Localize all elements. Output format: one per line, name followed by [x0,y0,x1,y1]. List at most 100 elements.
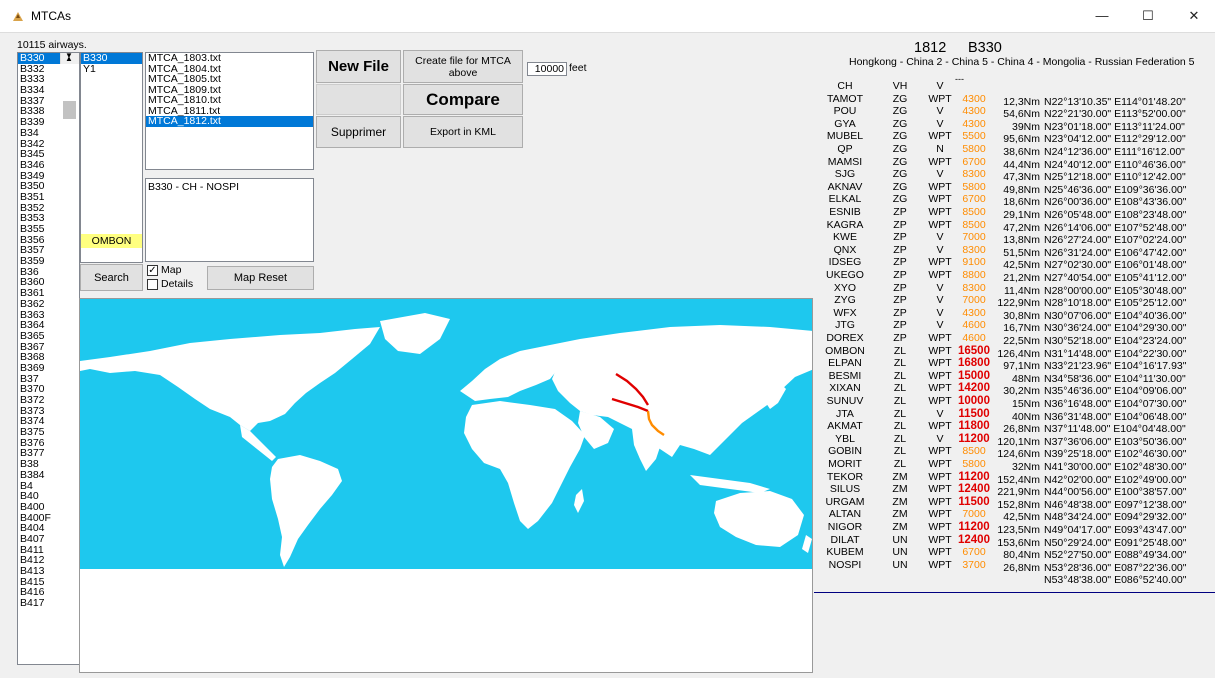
point-fir: ZL [893,432,907,445]
search-button[interactable]: Search [80,264,143,291]
point-altitude: 15000 [958,369,990,382]
point-altitude: 8500 [962,218,986,231]
point-fir: ZL [893,357,907,370]
airway-list-item[interactable]: B384 [18,470,79,481]
point-coordinates: N23°01'18.00" E113°11'24.00" [1044,120,1185,133]
close-button[interactable]: ✕ [1171,0,1215,32]
empty-button[interactable] [316,84,401,115]
point-altitude: 8300 [962,243,986,256]
point-fir: ZM [892,495,908,508]
point-distance: 47,2Nm [1003,221,1040,234]
point-coordinates: N23°04'12.00" E112°29'12.00" [1044,133,1186,146]
point-distance: 15Nm [1011,398,1040,410]
variants-list[interactable]: B330 Y1 [80,52,143,263]
airways-list[interactable]: B330 B332 B333 B334 B337 B338 B339 B34 B342 B345 B… [17,52,80,665]
point-altitude: 16500 [958,344,990,357]
airway-list-item[interactable]: B362 [18,299,79,310]
airway-list-item[interactable]: B417 [18,598,79,609]
point-fir: ZL [893,344,907,357]
point-distance: 51,5Nm [1003,246,1040,259]
point-fir: ZM [892,508,908,521]
file-list-item[interactable]: MTCA_1812.txt [146,116,313,127]
point-coordinates: N33°21'23.96" E104°16'17.93" [1044,360,1187,373]
point-altitude: 7000 [962,508,986,521]
point-fir: ZP [893,294,907,307]
point-fir: ZL [893,395,907,407]
point-name: ALTAN [828,508,862,521]
point-altitude: 11200 [958,432,990,445]
airway-list-item[interactable]: B346 [18,160,79,171]
point-distance: 39Nm [1011,120,1040,133]
point-name: XYO [833,281,857,294]
point-name: SJG [834,168,856,181]
compare-button[interactable]: Compare [403,84,523,115]
point-name: NIGOR [827,521,863,533]
point-type: WPT [928,218,952,231]
title-bar: MTCAs — ☐ ✕ [0,0,1215,33]
altitude-input[interactable]: 10000 [527,62,567,76]
create-file-button[interactable]: Create file for MTCA above [403,50,523,83]
point-fir: ZM [892,521,908,533]
point-fir: UN [892,558,908,571]
supprimer-button[interactable]: Supprimer [316,116,401,148]
point-distance: 12,3Nm [1003,95,1040,108]
point-coordinates: N44°00'56.00" E100°38'57.00" [1044,486,1187,499]
scroll-thumb[interactable] [63,101,76,119]
point-name: KAGRA [826,218,864,231]
point-distance: 153,6Nm [997,536,1040,549]
file-list-item[interactable]: MTCA_1810.txt [146,95,313,106]
point-fir: ZL [893,382,907,395]
point-type: WPT [928,483,952,496]
file-list-item[interactable]: MTCA_1803.txt [146,53,313,64]
point-type: WPT [928,180,952,193]
point-distance: 123,5Nm [997,524,1040,536]
map-reset-button[interactable]: Map Reset [207,266,314,290]
point-distance: 11,4Nm [1004,284,1040,297]
point-fir: ZM [892,483,908,496]
point-name: ESNIB [829,206,861,218]
map-checkbox[interactable]: ✓ [147,265,158,276]
airway-list-item[interactable]: B34 [18,128,79,139]
route-summary-box[interactable]: B330 - CH - NOSPI [145,178,314,262]
point-altitude: 14200 [958,382,990,395]
file-list-item[interactable]: MTCA_1805.txt [146,74,313,85]
point-coordinates: N42°02'00.00" E102°49'00.00" [1044,473,1187,486]
point-coordinates: N24°40'12.00" E110°46'36.00" [1044,158,1186,171]
world-map[interactable] [79,298,813,673]
point-distance: 32Nm [1011,461,1040,473]
point-fir: ZG [892,105,908,118]
point-name: SILUS [829,483,861,496]
maximize-button[interactable]: ☐ [1125,0,1171,32]
airways-scrollbar[interactable]: ▲ ▼ [60,53,79,119]
point-distance: 13,8Nm [1003,234,1040,247]
point-coordinates: N34°58'36.00" E104°11'30.00" [1044,372,1186,385]
point-name: GYA [834,117,856,130]
export-kml-button[interactable]: Export in KML [403,116,523,148]
new-file-button[interactable]: New File [316,50,401,83]
world-map-canvas[interactable] [80,299,813,673]
point-name: MAMSI [827,155,863,168]
point-coordinates: N24°12'36.00" E111°16'12.00" [1044,146,1185,158]
window-title: MTCAs [31,9,71,23]
point-distance: 44,4Nm [1003,158,1040,171]
point-name: IDSEG [828,256,862,269]
files-list[interactable]: MTCA_1803.txt MTCA_1804.txt MTCA_1805.txt M… [145,52,314,170]
minimize-button[interactable]: — [1079,0,1125,32]
variant-list-item[interactable]: Y1 [81,63,142,75]
point-altitude: 16800 [958,357,990,370]
point-distance: 54,6Nm [1003,108,1040,121]
point-altitude: 8500 [962,206,986,218]
point-altitude: 4300 [962,92,986,105]
scroll-down-icon[interactable]: ▼ [63,53,73,62]
point-altitude: 12400 [958,533,990,546]
point-coordinates: N53°28'36.00" E087°22'36.00" [1044,561,1187,574]
details-checkbox[interactable] [147,279,158,290]
point-altitude: 12400 [958,483,990,496]
point-coordinates: N26°05'48.00" E108°23'48.00" [1044,209,1187,221]
app-icon [13,12,23,21]
point-fir: ZP [893,206,907,218]
point-name: QNX [833,243,857,256]
airway-list-item[interactable]: B365 [18,331,79,342]
point-type: WPT [928,458,952,470]
airway-list-item[interactable]: B400 [18,502,79,513]
